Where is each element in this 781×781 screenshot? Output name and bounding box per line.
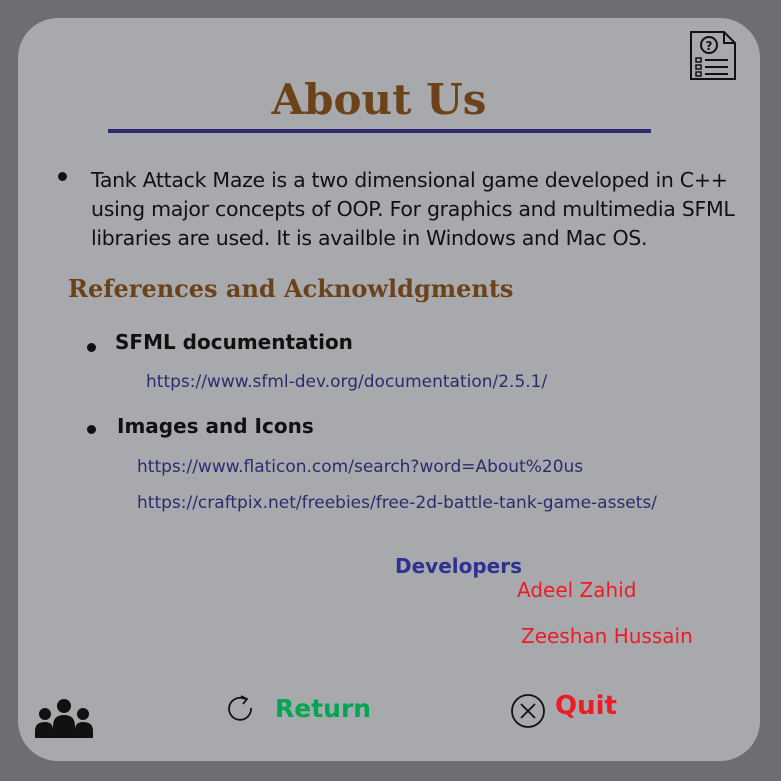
about-panel: ? About Us Tank Attack Maze is a two dim…: [18, 18, 760, 761]
developer-name: Adeel Zahid: [517, 578, 637, 602]
refresh-icon[interactable]: [226, 694, 256, 724]
reference-link-craftpix[interactable]: https://craftpix.net/freebies/free-2d-ba…: [137, 493, 657, 513]
reference-link-sfml[interactable]: https://www.sfml-dev.org/documentation/2…: [146, 372, 547, 392]
title-underline: [108, 129, 651, 133]
developer-name: Zeeshan Hussain: [521, 624, 693, 648]
people-icon: [35, 699, 93, 738]
reference-bullet: [87, 425, 96, 434]
reference-label-images: Images and Icons: [117, 414, 314, 438]
quit-button[interactable]: Quit: [555, 691, 617, 721]
intro-paragraph: Tank Attack Maze is a two dimensional ga…: [91, 168, 735, 250]
references-heading: References and Acknowldgments: [68, 274, 514, 303]
reference-bullet: [87, 343, 96, 352]
svg-text:?: ?: [706, 39, 713, 53]
help-document-icon[interactable]: ?: [688, 30, 738, 82]
close-circle-icon[interactable]: [510, 693, 546, 729]
page-title: About Us: [271, 75, 487, 124]
reference-link-flaticon[interactable]: https://www.flaticon.com/search?word=Abo…: [137, 457, 583, 477]
intro-bullet: [58, 172, 67, 181]
developers-heading: Developers: [395, 554, 523, 578]
return-button[interactable]: Return: [275, 694, 371, 723]
reference-label-sfml: SFML documentation: [115, 330, 353, 354]
